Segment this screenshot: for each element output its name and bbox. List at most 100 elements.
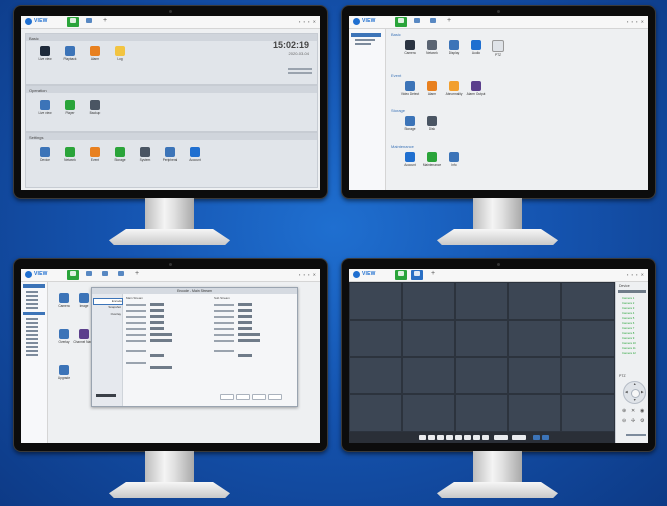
layout-16-button[interactable] (446, 435, 453, 440)
tree-item[interactable] (26, 295, 38, 297)
camera-list-item[interactable]: Camera 6 (622, 321, 634, 325)
default-select[interactable] (96, 394, 116, 397)
home-tab[interactable] (395, 270, 407, 280)
camera-list-item[interactable]: Camera 11 (622, 346, 636, 350)
tile-storage[interactable]: Storage (109, 147, 131, 162)
add-tab-icon[interactable]: + (429, 270, 437, 278)
tile-player[interactable]: Player (59, 100, 81, 115)
tree-item[interactable] (26, 342, 38, 344)
camera-list-item[interactable]: Camera 12 (622, 351, 636, 355)
tile-storage[interactable]: Storage (399, 116, 421, 131)
field-input[interactable] (238, 333, 260, 336)
field-input[interactable] (150, 333, 172, 336)
tile-alarm[interactable]: Alarm (421, 81, 443, 96)
camera-list-item[interactable]: Camera 10 (622, 341, 636, 345)
video-cell[interactable] (561, 357, 615, 394)
zoom-out-icon[interactable]: ⊖ (622, 418, 626, 424)
video-cell[interactable] (508, 357, 561, 394)
camera-list-item[interactable]: Camera 2 (622, 301, 634, 305)
video-cell[interactable] (402, 320, 455, 357)
tile-peripheral[interactable]: Peripheral (159, 147, 181, 162)
video-cell[interactable] (561, 282, 615, 320)
field-input[interactable] (150, 339, 172, 342)
tile-ptz[interactable]: PTZ (487, 40, 509, 57)
tile-account[interactable]: Account (184, 147, 206, 162)
tree-item[interactable] (26, 322, 38, 324)
camera-list-item[interactable]: Camera 8 (622, 331, 634, 335)
field-input[interactable] (150, 321, 164, 324)
tree-item[interactable] (26, 350, 38, 352)
layout-4-button[interactable] (428, 435, 435, 440)
tile-event[interactable]: Event (84, 147, 106, 162)
ptz-down-icon[interactable]: ▼ (633, 398, 636, 402)
tile-audio[interactable]: Audio (465, 40, 487, 55)
tile-maintenance[interactable]: Maintenance (421, 152, 443, 167)
field-input[interactable] (238, 354, 252, 357)
tree-item[interactable] (26, 334, 38, 336)
video-cell[interactable] (402, 357, 455, 394)
tile-disk[interactable]: Disk (421, 116, 443, 131)
tree-item[interactable] (26, 307, 38, 309)
tile-log[interactable]: Log (109, 46, 131, 61)
home-tab[interactable] (67, 270, 79, 280)
tree-item[interactable] (26, 299, 38, 301)
tree-item-selected[interactable] (23, 312, 45, 315)
layout-1-button[interactable] (419, 435, 426, 440)
device-tab[interactable] (99, 270, 111, 280)
device-tab[interactable] (427, 17, 439, 27)
field-input[interactable] (238, 339, 260, 342)
tile-overlay[interactable]: Overlay (53, 329, 75, 344)
focus-icon[interactable]: ✕ (631, 408, 635, 414)
layout-9-button[interactable] (437, 435, 444, 440)
field-input[interactable] (150, 354, 164, 357)
tile-playback[interactable]: Playback (59, 46, 81, 61)
video-cell[interactable] (508, 282, 561, 320)
tile-camera[interactable]: Camera (399, 40, 421, 55)
field-input[interactable] (150, 303, 164, 306)
snapshot-button[interactable] (542, 435, 549, 440)
video-cell[interactable] (455, 282, 508, 320)
extra-tab[interactable] (115, 270, 127, 280)
window-controls[interactable]: ▪ ▪ ▪ ✕ (627, 272, 645, 277)
tile-backup[interactable]: Backup (84, 100, 106, 115)
camera-list-item[interactable]: Camera 3 (622, 306, 634, 310)
field-input[interactable] (150, 309, 164, 312)
live-tab[interactable] (411, 270, 423, 280)
tree-item[interactable] (26, 338, 38, 340)
page-select[interactable] (494, 435, 508, 440)
settings-tab[interactable] (83, 270, 95, 280)
video-cell[interactable] (455, 357, 508, 394)
camera-list-item[interactable]: Camera 7 (622, 326, 634, 330)
field-input[interactable] (238, 315, 252, 318)
field-input[interactable] (238, 321, 252, 324)
window-controls[interactable]: ▪ ▪ ▪ ✕ (299, 19, 317, 24)
zoom-in-icon[interactable]: ⊕ (622, 408, 626, 414)
tree-item[interactable] (26, 354, 38, 356)
sidebar-selected[interactable] (351, 33, 381, 37)
tree-item[interactable] (355, 43, 371, 45)
camera-list-item[interactable]: Camera 5 (622, 316, 634, 320)
home-tab[interactable] (395, 17, 407, 27)
tree-item[interactable] (26, 303, 38, 305)
tree-item[interactable] (355, 39, 375, 41)
video-cell[interactable] (508, 320, 561, 357)
ptz-left-icon[interactable]: ◀ (625, 390, 628, 394)
video-cell[interactable] (455, 320, 508, 357)
add-tab-icon[interactable]: + (101, 17, 109, 25)
field-input[interactable] (150, 327, 164, 330)
video-cell[interactable] (561, 394, 615, 432)
tree-item[interactable] (26, 326, 38, 328)
preset-icon[interactable]: ✢ (631, 418, 635, 424)
video-cell[interactable] (402, 282, 455, 320)
tile-camera[interactable]: Camera (53, 293, 75, 308)
video-cell[interactable] (349, 282, 402, 320)
dialog-side-snapshot[interactable]: Snapshot (93, 305, 121, 310)
layout-25-button[interactable] (455, 435, 462, 440)
tile-alarm-output[interactable]: Alarm Output (465, 81, 487, 96)
field-input[interactable] (150, 315, 164, 318)
ptz-control[interactable]: ▲ ▼ ◀ ▶ (623, 381, 646, 404)
tree-item[interactable] (26, 291, 38, 293)
tree-item[interactable] (26, 318, 38, 320)
save-button[interactable] (252, 394, 266, 400)
device-search[interactable] (618, 290, 646, 293)
